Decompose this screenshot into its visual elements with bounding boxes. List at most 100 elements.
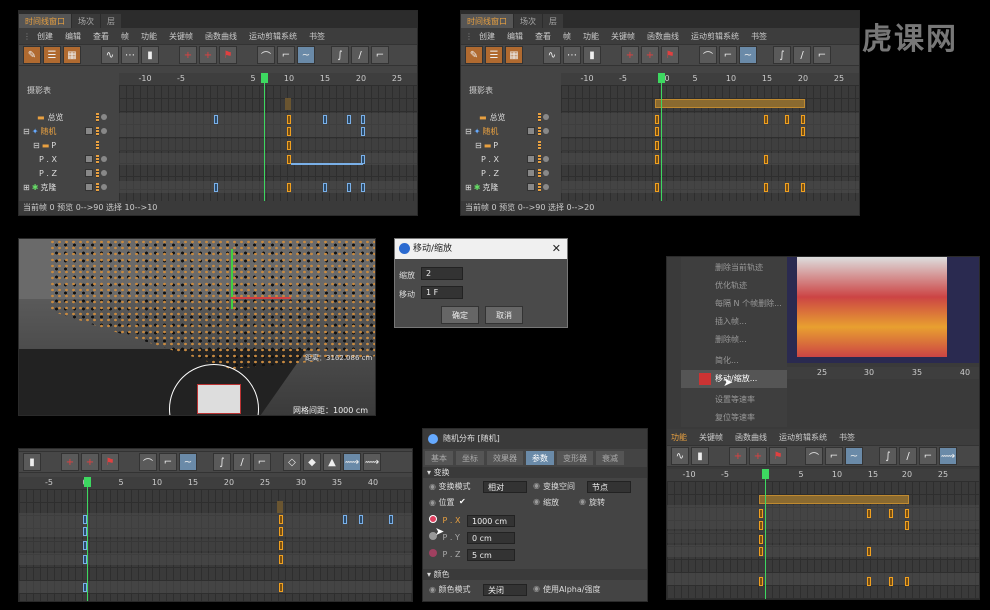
- menu-frame[interactable]: 帧: [563, 31, 571, 42]
- lock-tangent-icon[interactable]: ◆: [303, 453, 321, 471]
- menu-keyframe[interactable]: 关键帧: [699, 432, 723, 443]
- keyframe[interactable]: [389, 515, 393, 524]
- keyframe[interactable]: [347, 183, 351, 192]
- playhead-marker[interactable]: [84, 477, 91, 487]
- keyframe[interactable]: [655, 115, 659, 124]
- keyframe[interactable]: [801, 127, 805, 136]
- curve-ease-icon[interactable]: ~: [739, 46, 757, 64]
- keyframe[interactable]: [323, 183, 327, 192]
- track-cloner[interactable]: ⊞ ✱ 克隆: [465, 181, 557, 193]
- keyframe[interactable]: [759, 547, 763, 556]
- menu-item-move-scale[interactable]: 移动/缩放...: [681, 370, 787, 388]
- flag-icon[interactable]: ⚑: [661, 46, 679, 64]
- spline-4-icon[interactable]: ⟿: [343, 453, 361, 471]
- film-icon[interactable]: ▦: [63, 46, 81, 64]
- menu-item-insert-frames[interactable]: 插入帧...: [681, 313, 787, 331]
- keyframe[interactable]: [279, 527, 283, 536]
- tab-coords[interactable]: 坐标: [456, 451, 484, 465]
- tab-takes[interactable]: 场次: [514, 14, 542, 28]
- keyframe[interactable]: [655, 127, 659, 136]
- viewport-3d[interactable]: 距离：3162.086 cm 网格间距：1000 cm: [18, 238, 376, 416]
- menu-motion[interactable]: 运动剪辑系统: [779, 432, 827, 443]
- flag-icon[interactable]: ⚑: [219, 46, 237, 64]
- move-input[interactable]: 1 F: [421, 286, 463, 299]
- spline-1-icon[interactable]: ∫: [331, 46, 349, 64]
- clip-icon[interactable]: ▮: [691, 447, 709, 465]
- curve-smooth-icon[interactable]: ⌒: [699, 46, 717, 64]
- keyframe[interactable]: [214, 183, 218, 192]
- keyframe[interactable]: [214, 115, 218, 124]
- clip-icon[interactable]: ▮: [23, 453, 41, 471]
- section-color[interactable]: ▾ 颜色: [423, 569, 647, 580]
- clip-icon[interactable]: ▮: [583, 46, 601, 64]
- mode-select[interactable]: 相对: [483, 481, 527, 493]
- track-px[interactable]: P . X: [465, 153, 557, 165]
- keyframe[interactable]: [801, 183, 805, 192]
- frame-ruler[interactable]: -10-5 05 1015 2025: [561, 73, 859, 85]
- color-mode-select[interactable]: 关闭: [483, 584, 527, 596]
- keyframe[interactable]: [764, 155, 768, 164]
- menu-edit[interactable]: 编辑: [507, 31, 523, 42]
- keyframe[interactable]: [867, 509, 871, 518]
- keyframe[interactable]: [764, 183, 768, 192]
- keyframe[interactable]: [867, 577, 871, 586]
- keyframe-record-icon[interactable]: [429, 549, 437, 557]
- playhead-marker[interactable]: [762, 469, 769, 479]
- py-input[interactable]: 0 cm: [467, 532, 515, 544]
- add-key-icon[interactable]: +: [179, 46, 197, 64]
- pz-input[interactable]: 5 cm: [467, 549, 515, 561]
- menu-create[interactable]: 创建: [37, 31, 53, 42]
- run-icon[interactable]: ☰: [485, 46, 503, 64]
- track-p[interactable]: ⊟ ▬ P: [465, 139, 557, 151]
- menu-functions[interactable]: 功能: [583, 31, 599, 42]
- menu-view[interactable]: 查看: [93, 31, 109, 42]
- keyframe[interactable]: [759, 577, 763, 586]
- curve-ease-icon[interactable]: ~: [179, 453, 197, 471]
- flag-icon[interactable]: ⚑: [769, 447, 787, 465]
- spline-1-icon[interactable]: ∫: [773, 46, 791, 64]
- keyframe[interactable]: [785, 183, 789, 192]
- menu-bookmark[interactable]: 书签: [309, 31, 325, 42]
- curve-step-icon[interactable]: ⌐: [159, 453, 177, 471]
- spline-2-icon[interactable]: /: [351, 46, 369, 64]
- keyframe[interactable]: [905, 521, 909, 530]
- add-key-icon[interactable]: +: [61, 453, 79, 471]
- add-key-2-icon[interactable]: +: [749, 447, 767, 465]
- wave-icon[interactable]: ∿: [671, 447, 689, 465]
- menu-bookmark[interactable]: 书签: [751, 31, 767, 42]
- menu-item-reset-equal-rate[interactable]: 复位等速率: [681, 409, 787, 427]
- keyframe[interactable]: [287, 141, 291, 150]
- spline-3-icon[interactable]: ⌐: [919, 447, 937, 465]
- keyframe[interactable]: [655, 155, 659, 164]
- tab-layers[interactable]: 层: [101, 14, 121, 28]
- menu-functions[interactable]: 功能: [671, 432, 687, 443]
- curve-smooth-icon[interactable]: ⌒: [257, 46, 275, 64]
- position-checkbox[interactable]: ✔: [459, 497, 466, 506]
- spline-2-icon[interactable]: /: [233, 453, 251, 471]
- tab-layers[interactable]: 层: [543, 14, 563, 28]
- playhead-marker[interactable]: [658, 73, 665, 83]
- tab-timeline[interactable]: 时间线窗口: [19, 14, 71, 28]
- keyframe[interactable]: [361, 115, 365, 124]
- curve-ease-icon[interactable]: ~: [297, 46, 315, 64]
- track-overview[interactable]: ▬ 总览: [23, 111, 115, 123]
- close-icon[interactable]: ✕: [552, 239, 561, 259]
- track-random[interactable]: ⊟ ✦ 随机: [465, 125, 557, 137]
- keyframe[interactable]: [655, 183, 659, 192]
- keyframe[interactable]: [287, 183, 291, 192]
- tab-basic[interactable]: 基本: [425, 451, 453, 465]
- tab-timeline[interactable]: 时间线窗口: [461, 14, 513, 28]
- menu-keyframe[interactable]: 关键帧: [169, 31, 193, 42]
- menu-create[interactable]: 创建: [479, 31, 495, 42]
- spline-1-icon[interactable]: ∫: [879, 447, 897, 465]
- dopesheet-grid[interactable]: [667, 481, 979, 599]
- keyframe[interactable]: [785, 115, 789, 124]
- menu-item-simplify[interactable]: 简化...: [681, 352, 787, 370]
- space-select[interactable]: 节点: [587, 481, 631, 493]
- keyframe[interactable]: [655, 141, 659, 150]
- menu-frame[interactable]: 帧: [121, 31, 129, 42]
- wave-icon[interactable]: ∿: [543, 46, 561, 64]
- keyframe[interactable]: [279, 555, 283, 564]
- keyframe[interactable]: [905, 577, 909, 586]
- keyframe[interactable]: [759, 521, 763, 530]
